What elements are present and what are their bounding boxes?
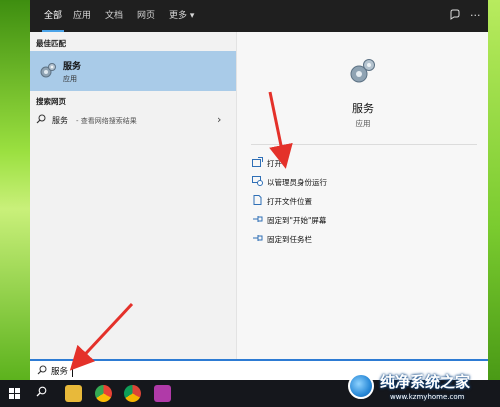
tab-apps[interactable]: 应用 <box>73 0 91 32</box>
action-open-file-location[interactable]: 打开文件位置 <box>251 193 471 209</box>
search-icon <box>37 365 47 378</box>
tab-all[interactable]: 全部 <box>41 0 65 32</box>
best-match-result[interactable]: 服务 应用 <box>30 51 236 91</box>
action-open-label: 打开 <box>267 159 282 168</box>
browser-360-icon[interactable] <box>95 385 112 402</box>
open-icon <box>251 157 263 168</box>
desktop-background-left <box>0 0 30 380</box>
action-pin-to-start-label: 固定到"开始"屏幕 <box>267 216 327 225</box>
tab-documents[interactable]: 文档 <box>105 0 123 32</box>
pin-start-icon <box>251 214 263 225</box>
chevron-right-icon[interactable]: › <box>217 113 221 126</box>
tab-web[interactable]: 网页 <box>137 0 155 32</box>
text-cursor <box>72 364 73 377</box>
run-as-admin-icon <box>251 176 263 187</box>
windows-logo-icon <box>9 388 20 399</box>
action-pin-to-taskbar-label: 固定到任务栏 <box>267 235 312 244</box>
action-pin-to-taskbar[interactable]: 固定到任务栏 <box>251 231 471 247</box>
search-query: 服务 <box>51 367 69 377</box>
desktop-background-right <box>488 0 500 380</box>
best-match-title: 服务 <box>63 62 82 72</box>
pin-taskbar-icon <box>251 233 263 244</box>
watermark: 纯净系统之家 www.kzmyhome.com <box>340 367 500 407</box>
gear-icon <box>347 57 377 87</box>
more-options-icon[interactable]: ··· <box>470 9 481 23</box>
gear-icon <box>38 61 58 81</box>
results-list: 最佳匹配 服务 应用 搜索网页 服务 - 查看网络搜索结果 › <box>30 32 236 359</box>
search-icon <box>36 114 46 127</box>
action-run-as-admin-label: 以管理员身份运行 <box>267 178 327 187</box>
web-search-hint: - 查看网络搜索结果 <box>76 117 137 125</box>
file-location-icon <box>251 195 263 206</box>
best-match-header: 最佳匹配 <box>36 39 66 48</box>
start-button[interactable] <box>0 380 26 407</box>
feedback-icon[interactable] <box>449 9 461 25</box>
detail-title: 服务 <box>352 102 374 115</box>
watermark-url: www.kzmyhome.com <box>390 393 465 401</box>
result-details: 服务 应用 打开 以管理员身份运行 打开文件位置 固定到"开始"屏幕 固定到任务… <box>236 32 488 359</box>
taskbar-search-icon[interactable] <box>36 386 47 400</box>
start-search-panel: 全部 应用 文档 网页 更多 ▾ ··· 最佳匹配 服务 应用 搜索网页 服务 … <box>30 0 488 359</box>
action-open[interactable]: 打开 <box>251 155 471 171</box>
divider <box>251 144 477 145</box>
action-open-file-location-label: 打开文件位置 <box>267 197 312 206</box>
onenote-icon[interactable] <box>154 385 171 402</box>
watermark-logo-icon <box>348 373 374 399</box>
file-explorer-icon[interactable] <box>65 385 82 402</box>
detail-subtitle: 应用 <box>355 119 371 128</box>
action-run-as-admin[interactable]: 以管理员身份运行 <box>251 174 471 190</box>
best-match-subtitle: 应用 <box>63 75 77 83</box>
watermark-name: 纯净系统之家 <box>380 373 471 391</box>
web-search-term: 服务 <box>52 116 68 125</box>
web-search-result[interactable]: 服务 - 查看网络搜索结果 › <box>30 112 236 130</box>
tab-more[interactable]: 更多 ▾ <box>169 0 194 32</box>
action-pin-to-start[interactable]: 固定到"开始"屏幕 <box>251 212 471 228</box>
search-filter-bar: 全部 应用 文档 网页 更多 ▾ ··· <box>30 0 488 32</box>
chrome-icon[interactable] <box>124 385 141 402</box>
web-search-header: 搜索网页 <box>36 97 66 106</box>
